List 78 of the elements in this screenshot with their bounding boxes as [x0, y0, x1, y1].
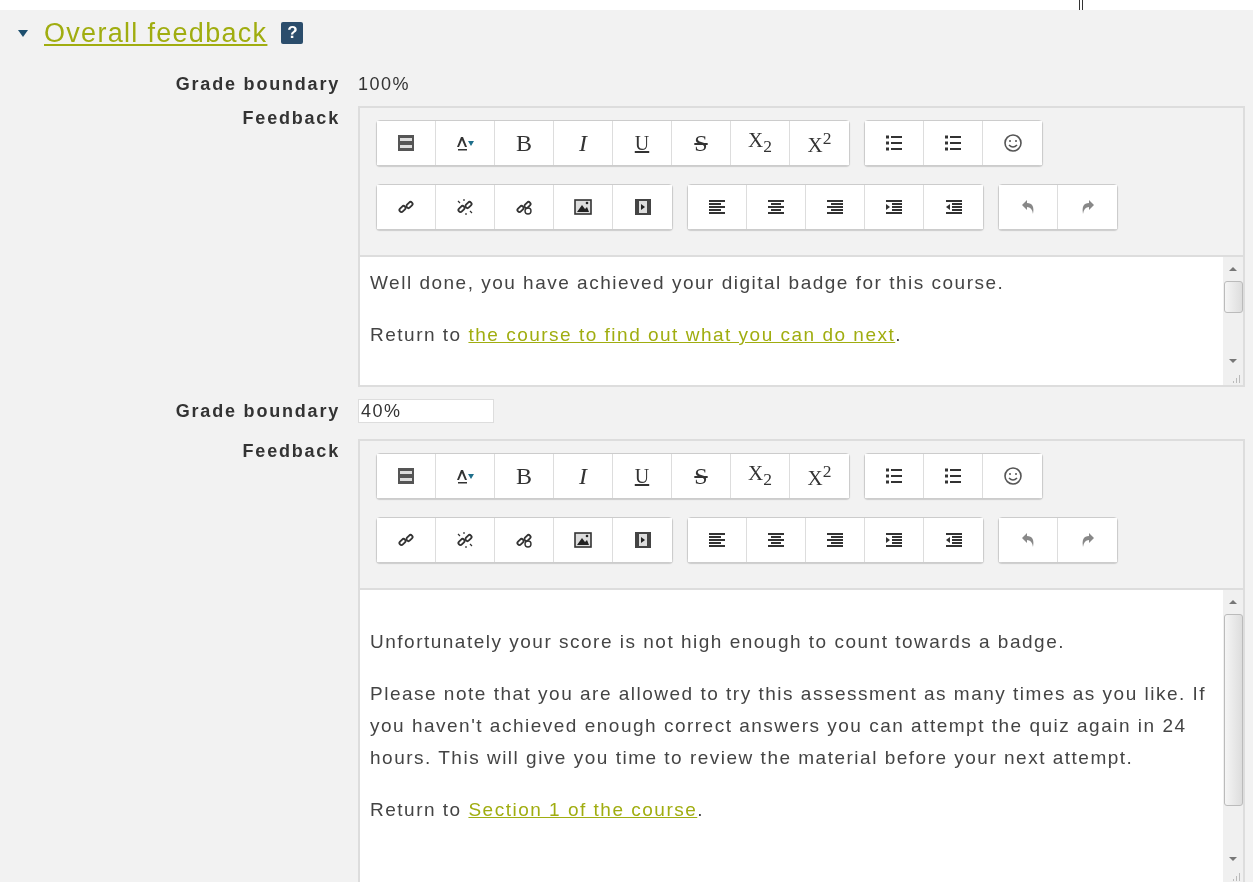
film-icon — [632, 530, 653, 550]
format-button[interactable]: X$^{2}$ — [790, 454, 849, 498]
unlink-icon — [455, 197, 475, 217]
toolbar-button[interactable] — [377, 518, 436, 562]
align-right-icon — [825, 530, 845, 550]
toolbar-button[interactable] — [688, 518, 747, 562]
align-left-icon — [707, 530, 727, 550]
collapse-caret-icon[interactable] — [18, 29, 28, 37]
toolbar-button[interactable] — [613, 185, 672, 229]
toolbar-button[interactable] — [436, 185, 495, 229]
bullet-list-icon — [884, 466, 904, 486]
grade-value: 100% — [358, 73, 411, 96]
paragraph: Unfortunately your score is not high enough to count towards a badge. — [370, 630, 1066, 654]
paragraph: Well done, you have achieved your digital badge for this course. — [370, 271, 1006, 295]
scrollbar[interactable] — [1223, 257, 1243, 385]
format-button[interactable]: X$^{2}$ — [790, 121, 849, 165]
scrollbar[interactable] — [1223, 590, 1243, 882]
toolbar-button[interactable] — [865, 454, 924, 498]
paragraph: Please note that you are allowed to try this assessment as many times as you like. If you haven't achieved enough correct answers you can attempt the quiz again in 24 hours. This will give you time to review the material before your next attempt. — [370, 682, 1208, 770]
toolbar-button[interactable] — [436, 518, 495, 562]
toolbar-button[interactable] — [924, 454, 983, 498]
paragraph: Return to the course to find out what you can do next. — [370, 323, 903, 347]
image-icon — [573, 530, 593, 550]
toolbar-button[interactable] — [747, 518, 806, 562]
toolbar-toggle-icon — [396, 133, 416, 153]
field-label: Grade boundary — [174, 73, 340, 96]
toolbar-button[interactable] — [613, 518, 672, 562]
align-center-icon — [766, 197, 786, 217]
toolbar-button[interactable] — [554, 185, 613, 229]
indent-icon — [884, 197, 904, 217]
format-button[interactable]: S — [672, 454, 731, 498]
unlink-icon — [455, 530, 475, 550]
align-right-icon — [825, 197, 845, 217]
toolbar-button[interactable] — [495, 518, 554, 562]
image-icon — [573, 197, 593, 217]
smiley-icon — [1002, 466, 1023, 486]
format-button[interactable]: B — [495, 121, 554, 165]
toolbar-button[interactable] — [377, 185, 436, 229]
toolbar-button[interactable] — [747, 185, 806, 229]
smiley-icon — [1002, 133, 1023, 153]
toolbar-button[interactable] — [865, 185, 924, 229]
format-button[interactable]: B — [495, 454, 554, 498]
film-icon — [632, 197, 653, 217]
outdent-icon — [943, 197, 964, 217]
field-label: Grade boundary — [174, 400, 340, 423]
bullet-list-icon — [884, 133, 904, 153]
field-label: Feedback — [241, 440, 340, 463]
help-button[interactable]: ? — [281, 22, 304, 44]
toolbar-button[interactable] — [688, 185, 747, 229]
format-button[interactable]: X$_{2}$ — [731, 454, 790, 498]
toolbar-button[interactable] — [924, 518, 983, 562]
toolbar-button[interactable] — [865, 518, 924, 562]
splitter-handle-icon[interactable] — [1079, 0, 1083, 10]
outdent-icon — [943, 530, 964, 550]
format-button[interactable]: U — [613, 454, 672, 498]
format-button[interactable]: I — [554, 121, 613, 165]
resize-grip-icon[interactable] — [1232, 374, 1241, 383]
format-button[interactable]: X$_{2}$ — [731, 121, 790, 165]
grade-input-field[interactable]: 40% — [358, 399, 494, 423]
toolbar-button[interactable] — [806, 185, 865, 229]
format-button[interactable]: U — [613, 121, 672, 165]
toolbar-button[interactable] — [806, 518, 865, 562]
indent-icon — [884, 530, 904, 550]
paragraph: Return to Section 1 of the course. — [370, 798, 706, 822]
toolbar-toggle-icon — [396, 466, 416, 486]
field-label: Feedback — [241, 107, 340, 130]
toolbar-button[interactable] — [924, 185, 983, 229]
toolbar-button[interactable] — [554, 518, 613, 562]
toolbar-button[interactable] — [924, 121, 983, 165]
format-button[interactable]: S — [672, 121, 731, 165]
toolbar-button[interactable] — [377, 121, 436, 165]
resize-grip-icon[interactable] — [1232, 872, 1241, 881]
toolbar-button[interactable] — [377, 454, 436, 498]
align-left-icon — [707, 197, 727, 217]
align-center-icon — [766, 530, 786, 550]
toolbar-button[interactable] — [495, 185, 554, 229]
format-button[interactable]: I — [554, 454, 613, 498]
toolbar-button[interactable] — [865, 121, 924, 165]
